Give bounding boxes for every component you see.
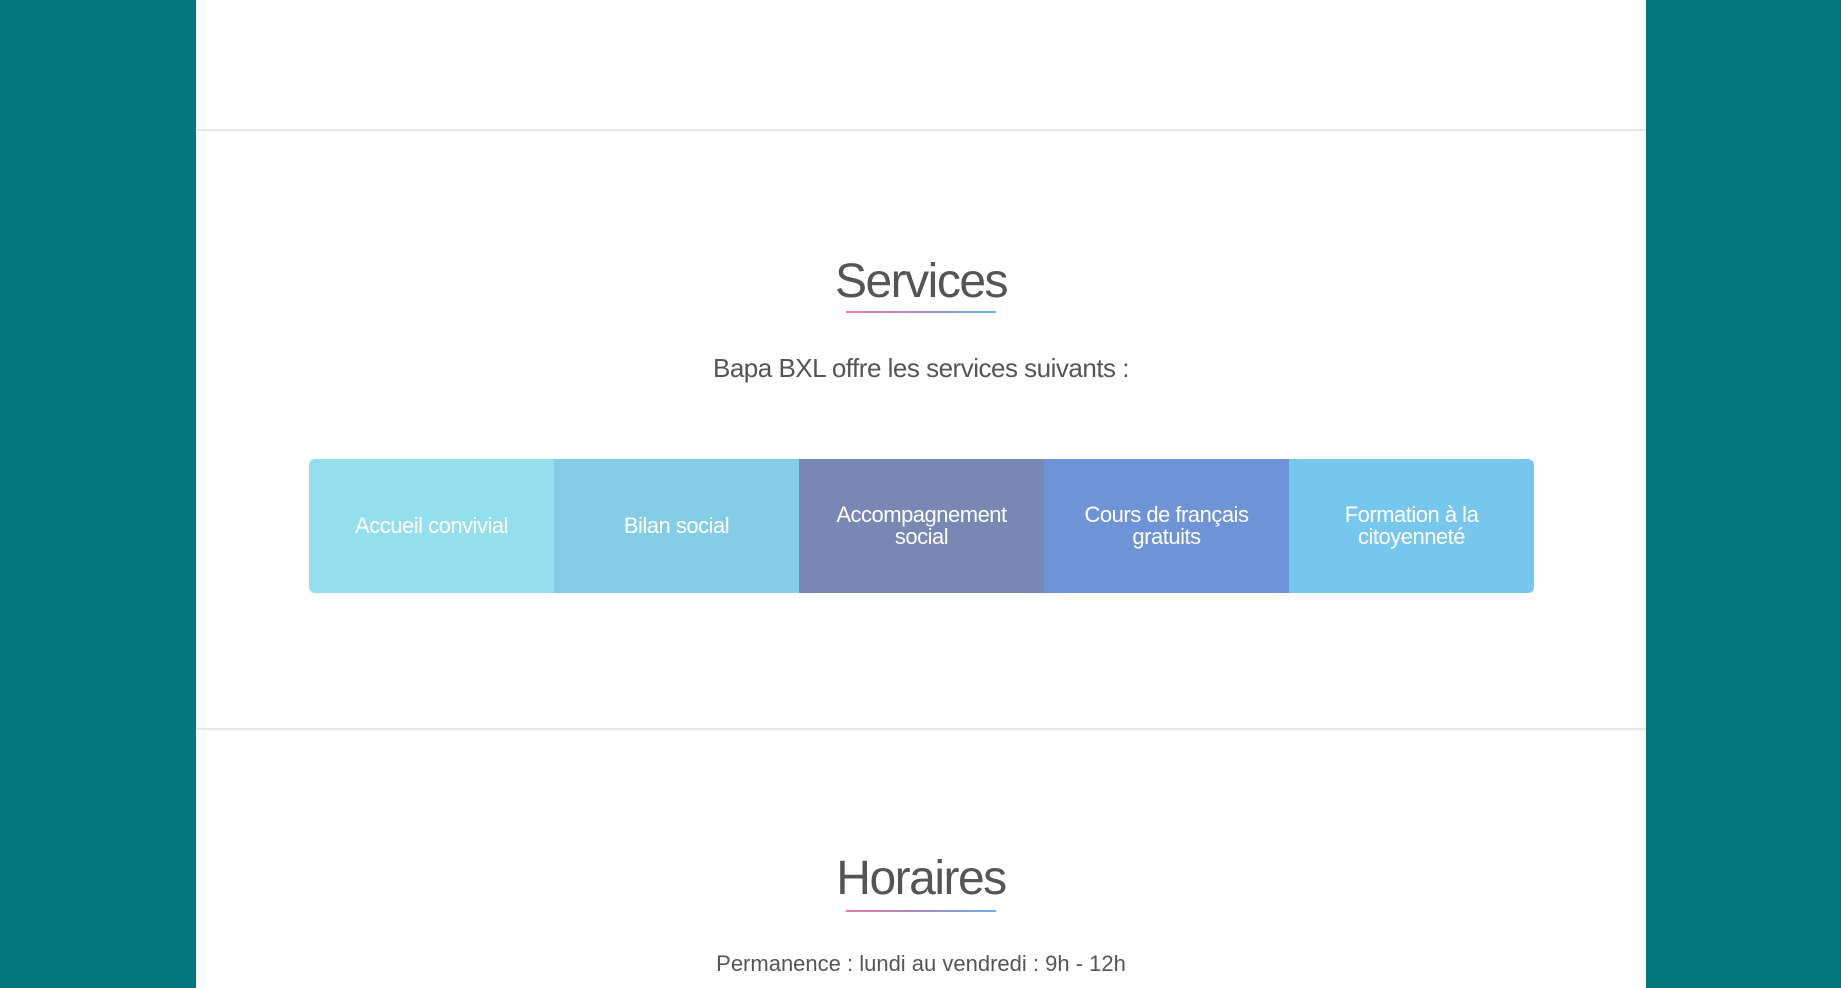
horaires-permanence-line: Permanence : lundi au vendredi : 9h - 12… xyxy=(716,951,1126,976)
section-divider-middle xyxy=(196,728,1646,730)
section-divider-top xyxy=(196,129,1646,131)
service-tile-accompagnement-social[interactable]: Accompagnement social xyxy=(799,459,1044,593)
service-label: Bilan social xyxy=(623,513,730,538)
services-heading: Services xyxy=(834,255,1009,308)
horaires-heading-underline xyxy=(846,910,996,912)
service-label: Cours de français gratuits xyxy=(1084,502,1249,549)
services-heading-underline xyxy=(846,311,996,313)
service-tile-formation-citoyennete[interactable]: Formation à la citoyenneté xyxy=(1289,459,1534,593)
service-tile-bilan-social[interactable]: Bilan social xyxy=(554,459,799,593)
page-content: Services Bapa BXL offre les services sui… xyxy=(196,0,1646,988)
service-label: Accompagnement social xyxy=(836,502,1007,549)
services-intro: Bapa BXL offre les services suivants : xyxy=(713,353,1130,383)
service-tile-cours-francais[interactable]: Cours de français gratuits xyxy=(1044,459,1289,593)
service-tile-accueil-convivial[interactable]: Accueil convivial xyxy=(309,459,554,593)
service-label: Formation à la citoyenneté xyxy=(1344,502,1479,549)
services-list: Accueil convivial Bilan social Accompagn… xyxy=(309,459,1534,593)
horaires-heading: Horaires xyxy=(836,852,1007,905)
service-label: Accueil convivial xyxy=(355,513,508,538)
